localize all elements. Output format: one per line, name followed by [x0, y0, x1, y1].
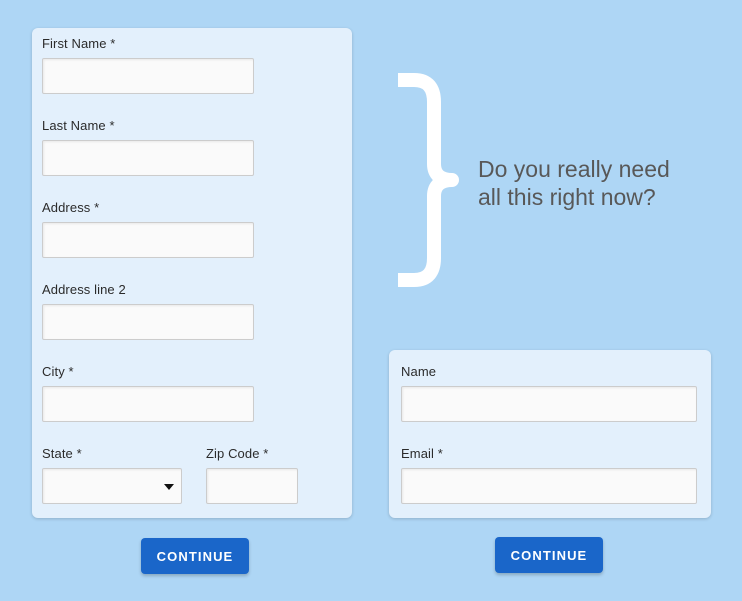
address-label: Address * — [42, 200, 100, 215]
last-name-label: Last Name * — [42, 118, 115, 133]
city-label: City * — [42, 364, 74, 379]
zip-code-label: Zip Code * — [206, 446, 269, 461]
city-input[interactable] — [42, 386, 254, 422]
email-label: Email * — [401, 446, 443, 461]
long-form-continue-button[interactable]: CONTINUE — [141, 538, 249, 574]
name-label: Name — [401, 364, 437, 379]
city-field-group: City * — [42, 364, 254, 422]
page-canvas: First Name * Last Name * Address * Addre… — [0, 0, 742, 601]
address-input[interactable] — [42, 222, 254, 258]
name-input[interactable] — [401, 386, 697, 422]
curly-brace-icon — [392, 72, 476, 288]
address-line-2-label: Address line 2 — [42, 282, 126, 297]
short-form-continue-button[interactable]: CONTINUE — [495, 537, 603, 573]
last-name-input[interactable] — [42, 140, 254, 176]
email-field-group: Email * — [401, 446, 697, 504]
zip-code-input[interactable] — [206, 468, 298, 504]
state-field-group: State * — [42, 446, 182, 504]
address-line-2-input[interactable] — [42, 304, 254, 340]
first-name-label: First Name * — [42, 36, 116, 51]
callout-question-text: Do you really need all this right now? — [478, 156, 670, 210]
short-form-card: Name Email * — [389, 350, 711, 518]
address-line-2-field-group: Address line 2 — [42, 282, 254, 340]
state-select[interactable] — [42, 468, 182, 504]
state-label: State * — [42, 446, 82, 461]
first-name-input[interactable] — [42, 58, 254, 94]
last-name-field-group: Last Name * — [42, 118, 254, 176]
name-field-group: Name — [401, 364, 697, 422]
email-input[interactable] — [401, 468, 697, 504]
address-field-group: Address * — [42, 200, 254, 258]
long-form-card: First Name * Last Name * Address * Addre… — [32, 28, 352, 518]
zip-code-field-group: Zip Code * — [206, 446, 298, 504]
first-name-field-group: First Name * — [42, 36, 254, 94]
state-select-wrapper — [42, 468, 182, 504]
